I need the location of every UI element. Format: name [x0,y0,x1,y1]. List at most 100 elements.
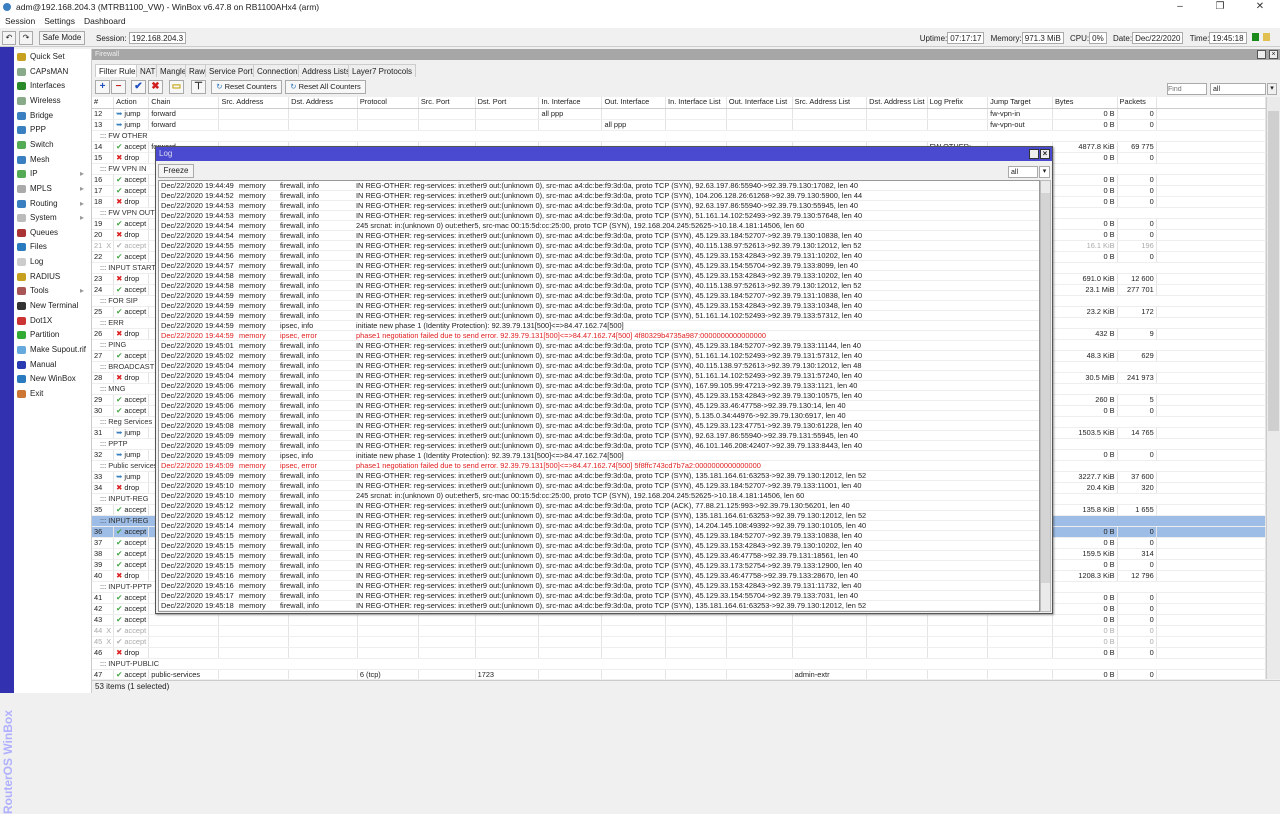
column-header[interactable]: Bytes [1052,97,1118,109]
comment-row[interactable]: ::: INPUT-PUBLIC [92,658,1266,670]
table-row[interactable]: 13 ➥ jump forward all ppp fw-vpn-out 0 B 0 [92,119,1266,131]
close-button[interactable]: ✕ [1240,0,1280,14]
sidebar-item-make-supout-rif[interactable]: Make Supout.rif [14,343,92,357]
log-entry[interactable]: Dec/22/2020 19:44:59 memory firewall, info… [159,301,1039,311]
sidebar-item-mpls[interactable]: MPLS ▸ [14,182,92,196]
tab-layer7-protocols[interactable]: Layer7 Protocols [348,64,417,77]
log-filter-select[interactable]: all [1008,166,1038,178]
log-entry[interactable]: Dec/22/2020 19:45:01 memory firewall, info… [159,341,1039,351]
log-entry[interactable]: Dec/22/2020 19:45:15 memory firewall, info… [159,551,1039,561]
session-input[interactable]: 192.168.204.3 [128,32,187,44]
table-row[interactable]: 45 X ✔ accept 0 B 0 [92,636,1266,648]
log-entry[interactable]: Dec/22/2020 19:44:59 memory firewall, info… [159,311,1039,321]
column-header[interactable]: Src. Address [218,97,290,109]
log-entry[interactable]: Dec/22/2020 19:45:15 memory firewall, info… [159,561,1039,571]
log-entry[interactable]: Dec/22/2020 19:45:18 memory firewall, info… [159,601,1039,611]
sidebar-item-queues[interactable]: Queues [14,226,92,240]
log-scrollbar-thumb[interactable] [1041,193,1050,583]
sidebar-item-ip[interactable]: IP ▸ [14,167,92,181]
log-entry[interactable]: Dec/22/2020 19:44:49 memory firewall, info… [159,181,1039,191]
sidebar-item-new-winbox[interactable]: New WinBox [14,372,92,386]
restore-button[interactable]: ❐ [1200,0,1240,14]
log-entry[interactable]: Dec/22/2020 19:45:06 memory firewall, info… [159,401,1039,411]
undo-button[interactable]: ↶ [2,31,16,45]
column-header[interactable]: Packets [1117,97,1157,109]
column-header[interactable]: Jump Target [987,97,1053,109]
log-entry[interactable]: Dec/22/2020 19:45:09 memory firewall, info… [159,431,1039,441]
column-header[interactable]: In. Interface [538,97,603,109]
table-row[interactable]: 46 ✖ drop 0 B 0 [92,647,1266,659]
log-entry[interactable]: Dec/22/2020 19:45:12 memory firewall, info… [159,501,1039,511]
column-header[interactable]: Dst. Address [288,97,358,109]
column-header[interactable]: # [92,97,115,109]
column-header[interactable]: Out. Interface List [726,97,793,109]
log-entry[interactable]: Dec/22/2020 19:44:59 memory ipsec, error ph… [159,331,1039,341]
column-header[interactable]: Chain [148,97,220,109]
log-entry[interactable]: Dec/22/2020 19:44:56 memory firewall, info… [159,251,1039,261]
log-entry[interactable]: Dec/22/2020 19:45:16 memory firewall, info… [159,581,1039,591]
log-entry[interactable]: Dec/22/2020 19:45:08 memory firewall, info… [159,421,1039,431]
log-entry[interactable]: Dec/22/2020 19:45:09 memory firewall, info… [159,471,1039,481]
table-row[interactable]: 43 ✔ accept 0 B 0 [92,614,1266,626]
log-entry[interactable]: Dec/22/2020 19:45:09 memory ipsec, info ini… [159,451,1039,461]
log-scrollbar[interactable] [1040,180,1051,612]
filter-select[interactable]: all [1210,83,1266,95]
log-entry[interactable]: Dec/22/2020 19:44:55 memory firewall, info… [159,241,1039,251]
log-entry[interactable]: Dec/22/2020 19:44:58 memory firewall, info… [159,281,1039,291]
log-entry[interactable]: Dec/22/2020 19:45:10 memory firewall, info… [159,491,1039,501]
column-header[interactable]: Src. Address List [792,97,868,109]
minimize-button[interactable]: – [1160,0,1200,14]
scrollbar-thumb[interactable] [1268,111,1279,431]
tab-address-lists[interactable]: Address Lists [298,64,355,77]
sidebar-item-system[interactable]: System ▸ [14,211,92,225]
column-header[interactable]: In. Interface List [665,97,727,109]
close-icon[interactable]: × [1269,50,1278,59]
sidebar-item-routing[interactable]: Routing ▸ [14,197,92,211]
sidebar-item-interfaces[interactable]: Interfaces [14,79,92,93]
table-row[interactable]: 12 ➥ jump forward all ppp fw-vpn-in 0 B 0 [92,108,1266,120]
sidebar-item-new-terminal[interactable]: New Terminal [14,299,92,313]
table-row[interactable]: 47 ✔ accept public-services 6 (tcp) 1723 admi… [92,669,1266,679]
sidebar-item-exit[interactable]: Exit [14,387,92,401]
column-header[interactable]: Dst. Port [475,97,540,109]
log-entry[interactable]: Dec/22/2020 19:45:06 memory firewall, info… [159,411,1039,421]
log-filter-dropdown-icon[interactable]: ▾ [1039,166,1050,178]
disable-button[interactable]: ✖ [148,80,163,94]
log-entry[interactable]: Dec/22/2020 19:45:06 memory firewall, info… [159,381,1039,391]
log-entry[interactable]: Dec/22/2020 19:45:04 memory firewall, info… [159,371,1039,381]
log-entry[interactable]: Dec/22/2020 19:44:52 memory firewall, info… [159,191,1039,201]
sidebar-item-capsman[interactable]: CAPsMAN [14,65,92,79]
sidebar-item-tools[interactable]: Tools ▸ [14,284,92,298]
menu-settings[interactable]: Settings [44,16,75,26]
sidebar-item-partition[interactable]: Partition [14,328,92,342]
log-entry[interactable]: Dec/22/2020 19:45:09 memory ipsec, error ph… [159,461,1039,471]
redo-button[interactable]: ↷ [19,31,33,45]
column-header[interactable]: Out. Interface [601,97,667,109]
sidebar-item-quick-set[interactable]: Quick Set [14,50,92,64]
log-entry[interactable]: Dec/22/2020 19:45:10 memory firewall, info… [159,481,1039,491]
find-input[interactable] [1167,83,1207,95]
column-header[interactable]: Dst. Address List [866,97,928,109]
log-entry[interactable]: Dec/22/2020 19:45:06 memory firewall, info… [159,391,1039,401]
log-entry[interactable]: Dec/22/2020 19:44:54 memory firewall, info… [159,231,1039,241]
menu-session[interactable]: Session [5,16,35,26]
log-entry[interactable]: Dec/22/2020 19:44:59 memory ipsec, info ini… [159,321,1039,331]
menu-dashboard[interactable]: Dashboard [84,16,126,26]
sidebar-item-dot1x[interactable]: Dot1X [14,314,92,328]
column-header[interactable]: Log Prefix [927,97,989,109]
column-header[interactable]: Action [113,97,150,109]
freeze-button[interactable]: Freeze [158,164,194,178]
enable-button[interactable]: ✔ [131,80,146,94]
table-scrollbar[interactable] [1266,97,1280,679]
sidebar-item-ppp[interactable]: PPP [14,123,92,137]
log-entry[interactable]: Dec/22/2020 19:45:17 memory firewall, info… [159,591,1039,601]
log-entry[interactable]: Dec/22/2020 19:44:53 memory firewall, info… [159,211,1039,221]
comment-row[interactable]: ::: FW OTHER [92,130,1266,142]
table-row[interactable]: 44 X ✔ accept 0 B 0 [92,625,1266,637]
log-entry[interactable]: Dec/22/2020 19:45:14 memory firewall, info… [159,521,1039,531]
sidebar-item-manual[interactable]: Manual [14,358,92,372]
sidebar-item-wireless[interactable]: Wireless [14,94,92,108]
log-entry[interactable]: Dec/22/2020 19:45:16 memory firewall, info… [159,571,1039,581]
log-entry[interactable]: Dec/22/2020 19:44:58 memory firewall, info… [159,271,1039,281]
log-entry[interactable]: Dec/22/2020 19:45:15 memory firewall, info… [159,541,1039,551]
